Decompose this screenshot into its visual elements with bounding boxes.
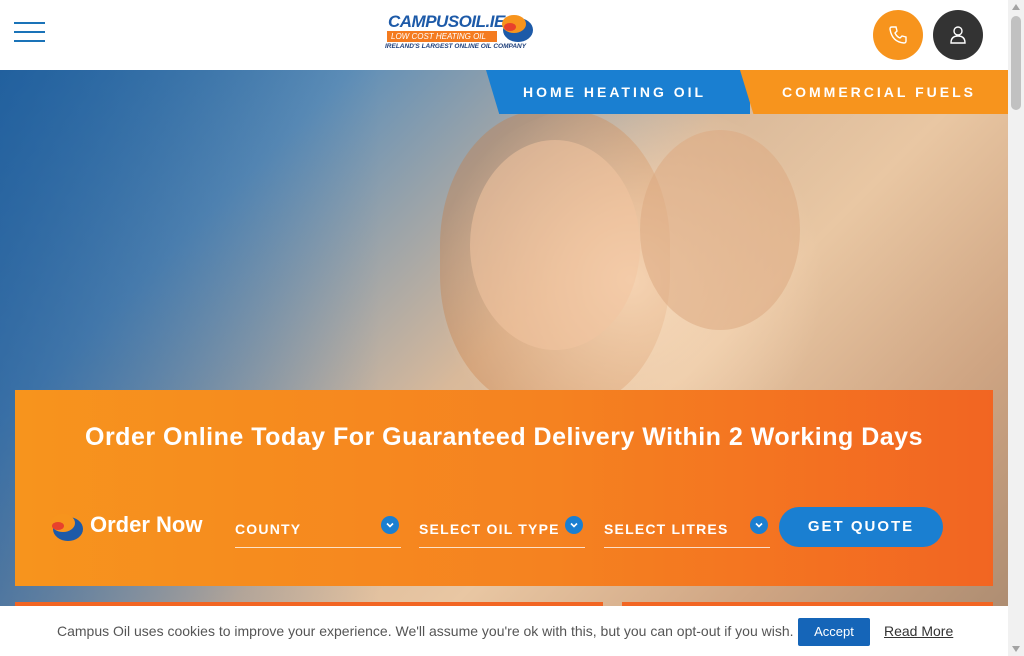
- tab-home-heating-oil[interactable]: HOME HEATING OIL: [486, 70, 750, 114]
- county-select-label: COUNTY: [235, 521, 302, 537]
- order-panel: Order Online Today For Guaranteed Delive…: [15, 390, 993, 586]
- site-logo[interactable]: CAMPUSOIL.IE LOW COST HEATING OIL IRELAN…: [384, 10, 536, 56]
- read-more-link[interactable]: Read More: [884, 623, 953, 639]
- scrollbar-thumb[interactable]: [1011, 16, 1021, 110]
- hero-photo-shape: [640, 130, 800, 330]
- oil-type-select[interactable]: SELECT OIL TYPE: [419, 513, 585, 548]
- get-quote-button[interactable]: GET QUOTE: [779, 507, 943, 547]
- order-now-label: Order Now: [90, 512, 203, 537]
- page-scrollbar[interactable]: [1008, 0, 1024, 656]
- account-button[interactable]: [933, 10, 983, 60]
- scroll-down-arrow-icon[interactable]: [1012, 646, 1020, 652]
- tab-label: HOME HEATING OIL: [523, 84, 707, 100]
- accept-cookies-button[interactable]: Accept: [798, 618, 870, 646]
- oil-type-select-label: SELECT OIL TYPE: [419, 521, 560, 537]
- order-heading: Order Online Today For Guaranteed Delive…: [85, 423, 923, 451]
- order-now: Order Now: [45, 510, 225, 544]
- logo-tagline: LOW COST HEATING OIL: [387, 31, 497, 42]
- county-select[interactable]: COUNTY: [235, 513, 401, 548]
- cookie-message: Campus Oil uses cookies to improve your …: [57, 623, 794, 639]
- chevron-down-icon: [565, 516, 583, 534]
- tab-label: COMMERCIAL FUELS: [782, 84, 976, 100]
- logo-subtagline: IRELAND'S LARGEST ONLINE OIL COMPANY: [385, 43, 527, 50]
- site-header: CAMPUSOIL.IE LOW COST HEATING OIL IRELAN…: [0, 0, 1008, 70]
- scroll-up-arrow-icon[interactable]: [1012, 4, 1020, 10]
- logo-wordmark: CAMPUSOIL.IE: [388, 12, 505, 31]
- hamburger-icon[interactable]: [14, 20, 46, 44]
- phone-button[interactable]: [873, 10, 923, 60]
- litres-select-label: SELECT LITRES: [604, 521, 729, 537]
- cookie-banner: Campus Oil uses cookies to improve your …: [0, 606, 1008, 656]
- chevron-down-icon: [750, 516, 768, 534]
- logo-flame-icon: [502, 15, 533, 42]
- user-icon: [950, 26, 966, 44]
- tab-commercial-fuels[interactable]: COMMERCIAL FUELS: [740, 70, 1008, 114]
- order-flame-icon: [51, 514, 83, 541]
- hero-photo-shape: [470, 140, 640, 350]
- litres-select[interactable]: SELECT LITRES: [604, 513, 770, 548]
- phone-icon: [889, 26, 907, 44]
- hero-banner: HOME HEATING OIL COMMERCIAL FUELS Order …: [0, 70, 1008, 656]
- chevron-down-icon: [381, 516, 399, 534]
